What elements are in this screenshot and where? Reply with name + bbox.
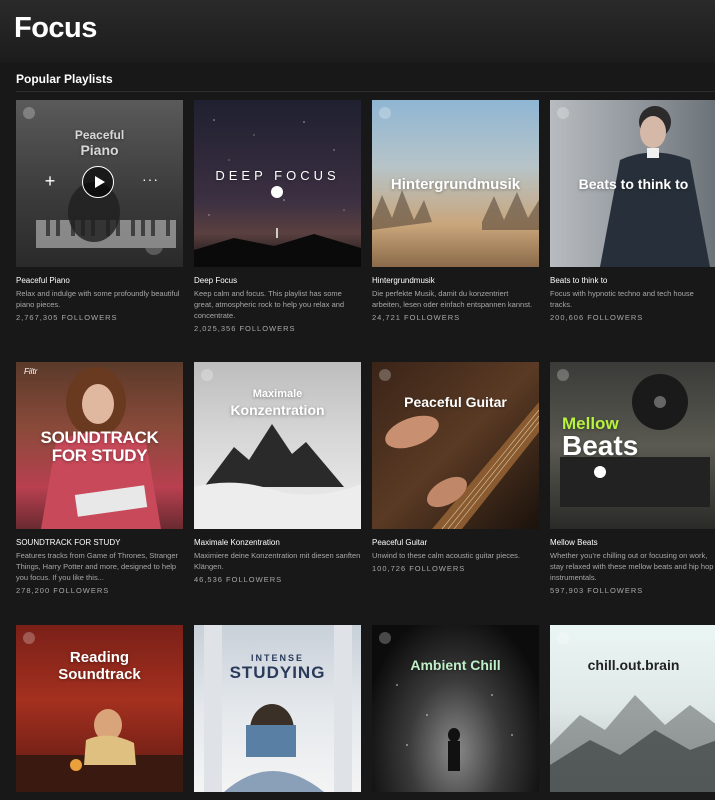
- playlist-title[interactable]: Peaceful Piano: [16, 276, 183, 286]
- spotify-logo-icon: [23, 107, 35, 119]
- playlist-cover[interactable]: Peaceful Piano + ···: [16, 100, 183, 267]
- playlist-title[interactable]: Deep Focus: [194, 276, 361, 286]
- cover-title-line-2: Soundtrack: [58, 666, 141, 683]
- playlist-description: Whether you're chilling out or focusing …: [550, 551, 714, 582]
- playlist-cover[interactable]: chill.out.brain: [550, 625, 715, 792]
- playlist-card-intense-studying[interactable]: INTENSE STUDYING: [194, 625, 361, 792]
- playlist-card-soundtrack-for-study[interactable]: Filtr SOUNDTRACK FOR STUDY SOUNDTRACK FO…: [16, 362, 183, 596]
- playlist-card-mellow-beats[interactable]: Mellow Beats Mellow Beats Whether you're…: [550, 362, 715, 596]
- playlist-cover[interactable]: Beats to think to: [550, 100, 715, 267]
- misty-mountains-art: [550, 695, 715, 792]
- cover-title-line-2: STUDYING: [229, 663, 326, 682]
- playlist-description: Die perfekte Musik, damit du konzentrier…: [372, 289, 533, 309]
- playlist-followers: 100,726 FOLLOWERS: [372, 564, 466, 573]
- playlist-cover[interactable]: Filtr SOUNDTRACK FOR STUDY: [16, 362, 183, 529]
- playlist-cover[interactable]: Peaceful Guitar: [372, 362, 539, 529]
- playlist-cover[interactable]: Mellow Beats: [550, 362, 715, 529]
- plus-icon[interactable]: +: [42, 172, 58, 190]
- playlist-card-peaceful-guitar[interactable]: Peaceful Guitar Peaceful Guitar Unwind t…: [372, 362, 539, 574]
- cover-title-line-1: Beats to think to: [578, 176, 689, 192]
- playlist-followers: 278,200 FOLLOWERS: [16, 586, 110, 595]
- playlist-card-ambient-chill[interactable]: Ambient Chill: [372, 625, 539, 792]
- playlist-description: Maximiere deine Konzentration mit diesen…: [194, 551, 361, 571]
- playlist-card-peaceful-piano[interactable]: Peaceful Piano + ··· Peaceful Piano Rela…: [16, 100, 183, 323]
- spotify-logo-icon: [557, 369, 569, 381]
- cover-title-line-1: Reading: [69, 649, 130, 666]
- cover-title-line-1: SOUNDTRACK: [40, 428, 159, 447]
- playlist-cover[interactable]: Reading Soundtrack: [16, 625, 183, 792]
- snowy-path-art: [396, 664, 513, 771]
- playlist-title[interactable]: Mellow Beats: [550, 538, 715, 548]
- playlist-title[interactable]: Hintergrundmusik: [372, 276, 539, 286]
- playlist-description: Focus with hypnotic techno and tech hous…: [550, 289, 694, 309]
- playlist-cover[interactable]: INTENSE STUDYING: [194, 625, 361, 792]
- spotify-logo-icon: [201, 369, 213, 381]
- play-icon[interactable]: [82, 166, 114, 198]
- playlist-card-hintergrundmusik[interactable]: Hintergrundmusik Hintergrundmusik Die pe…: [372, 100, 539, 323]
- page-title: Focus: [14, 12, 97, 44]
- playlist-description: Unwind to these calm acoustic guitar pie…: [372, 551, 520, 560]
- playlist-card-deep-focus[interactable]: DEEP FOCUS Deep Focus Keep calm and focu…: [194, 100, 361, 334]
- playlist-followers: 597,903 FOLLOWERS: [550, 586, 644, 595]
- playlist-title[interactable]: Beats to think to: [550, 276, 715, 286]
- playlist-followers: 46,536 FOLLOWERS: [194, 575, 283, 584]
- cover-title-line-1: Hintergrundmusik: [390, 176, 521, 193]
- playlist-cover[interactable]: Maximale Konzentration: [194, 362, 361, 529]
- cover-title-line-1: Peaceful: [74, 128, 125, 142]
- playlist-followers: 2,025,356 FOLLOWERS: [194, 324, 296, 333]
- playlist-cover[interactable]: DEEP FOCUS: [194, 100, 361, 267]
- spotify-logo-icon: [557, 107, 569, 119]
- playlist-followers: 24,721 FOLLOWERS: [372, 313, 461, 322]
- cover-title-line-1: chill.out.brain: [587, 657, 680, 673]
- playlist-cover[interactable]: Hintergrundmusik: [372, 100, 539, 267]
- section-divider: [16, 91, 715, 92]
- night-sky-art: [194, 119, 361, 267]
- page-header: Focus: [0, 0, 715, 62]
- spotify-logo-icon: [557, 632, 569, 644]
- playlist-card-beats-to-think-to[interactable]: Beats to think to Beats to think to Focu…: [550, 100, 715, 323]
- spotify-logo-icon: [271, 186, 283, 198]
- cover-title-line-1: Peaceful Guitar: [404, 394, 507, 410]
- playlist-description: Keep calm and focus. This playlist has s…: [194, 289, 345, 320]
- cover-title-line-2: Konzentration: [230, 402, 325, 418]
- section-title: Popular Playlists: [16, 72, 113, 86]
- playlist-title[interactable]: SOUNDTRACK FOR STUDY: [16, 538, 183, 548]
- playlist-cover[interactable]: Ambient Chill: [372, 625, 539, 792]
- playlist-card-chill-out-brain[interactable]: chill.out.brain: [550, 625, 715, 792]
- guitar-art: [385, 402, 539, 529]
- cover-title-line-2: Beats: [562, 430, 639, 461]
- filtr-logo: Filtr: [24, 367, 38, 376]
- spotify-logo-icon: [379, 107, 391, 119]
- playlist-title[interactable]: Peaceful Guitar: [372, 538, 539, 548]
- spotify-logo-icon: [23, 632, 35, 644]
- more-options-icon[interactable]: ···: [142, 170, 159, 188]
- cover-title-line-1: DEEP FOCUS: [215, 168, 340, 183]
- playlist-title[interactable]: Maximale Konzentration: [194, 538, 361, 548]
- cover-title-line-2: FOR STUDY: [51, 446, 148, 465]
- spotify-logo-icon: [594, 466, 606, 478]
- spotify-logo-icon: [379, 632, 391, 644]
- cover-title-line-1: INTENSE: [250, 653, 304, 663]
- playlist-description: Relax and indulge with some profoundly b…: [16, 289, 180, 309]
- cover-title-line-1: Maximale: [252, 388, 303, 400]
- playlist-description: Features tracks from Game of Thrones, St…: [16, 551, 179, 582]
- cover-title-line-2: Piano: [80, 142, 119, 158]
- playlist-card-reading-soundtrack[interactable]: Reading Soundtrack: [16, 625, 183, 792]
- cover-title-line-1: Ambient Chill: [410, 657, 501, 673]
- student-art: [204, 625, 352, 792]
- playlist-followers: 200,606 FOLLOWERS: [550, 313, 644, 322]
- playlist-followers: 2,767,305 FOLLOWERS: [16, 313, 118, 322]
- playlist-card-maximale-konzentration[interactable]: Maximale Konzentration Maximale Konzentr…: [194, 362, 361, 585]
- spotify-logo-icon: [379, 369, 391, 381]
